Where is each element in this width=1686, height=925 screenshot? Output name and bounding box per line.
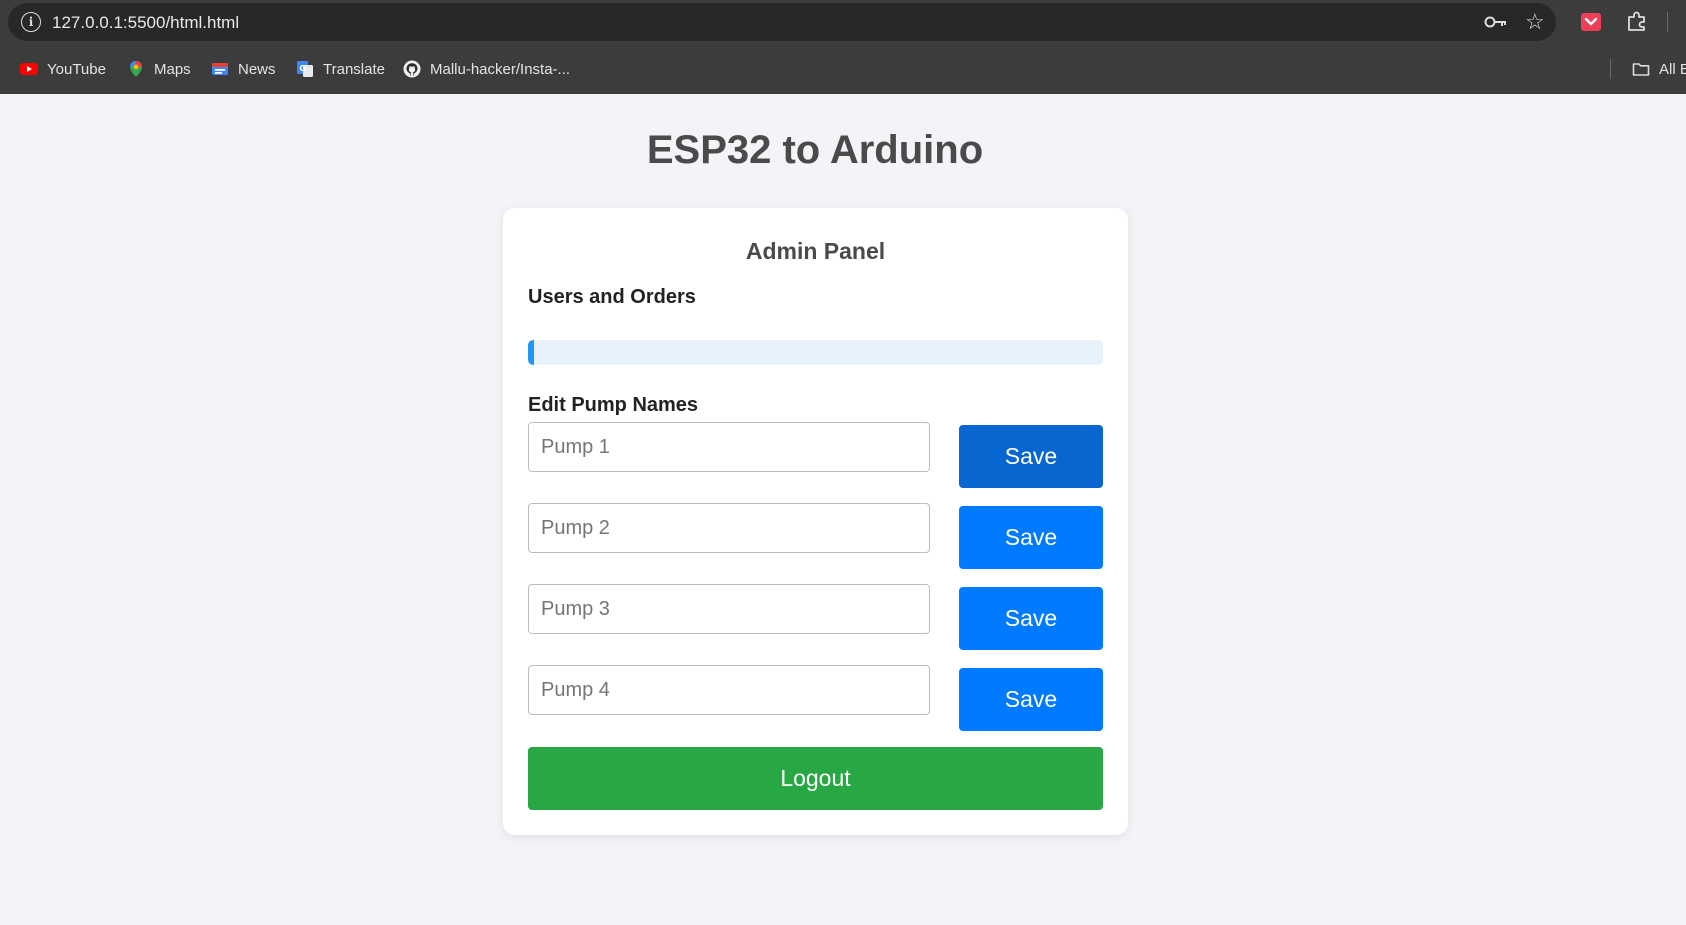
bookmark-star-icon[interactable]: ☆: [1525, 11, 1545, 33]
save-pump-3-button[interactable]: Save: [959, 587, 1103, 650]
pump-1-name-input[interactable]: [528, 422, 930, 472]
address-bar[interactable]: i 127.0.0.1:5500/html.html ☆: [8, 3, 1556, 41]
bookmark-label: Mallu-hacker/Insta-...: [430, 60, 571, 78]
youtube-icon: [20, 63, 38, 75]
folder-icon: [1632, 63, 1650, 76]
bookmark-news[interactable]: News: [211, 57, 276, 81]
progress-fill: [528, 340, 534, 365]
all-bookmarks-button[interactable]: All B: [1632, 57, 1686, 81]
maps-icon: [130, 61, 142, 77]
translate-icon: G: [297, 61, 313, 77]
pocket-extension-icon[interactable]: [1580, 12, 1602, 32]
pump-2-name-input[interactable]: [528, 503, 930, 553]
bookmark-label: Maps: [154, 60, 191, 78]
pump-3-name-input[interactable]: [528, 584, 930, 634]
bookmark-youtube[interactable]: YouTube: [20, 57, 106, 81]
bookmark-label: News: [238, 60, 276, 78]
toolbar-divider: [1667, 12, 1668, 32]
password-key-icon[interactable]: [1484, 14, 1508, 30]
github-icon: [403, 60, 421, 78]
save-pump-1-button[interactable]: Save: [959, 425, 1103, 488]
save-pump-2-button[interactable]: Save: [959, 506, 1103, 569]
save-pump-4-button[interactable]: Save: [959, 668, 1103, 731]
bookmark-label: Translate: [323, 60, 385, 78]
browser-toolbar: i 127.0.0.1:5500/html.html ☆: [0, 0, 1686, 44]
page-title: ESP32 to Arduino: [646, 128, 984, 172]
users-orders-heading: Users and Orders: [528, 286, 696, 308]
logout-button[interactable]: Logout: [528, 747, 1103, 810]
bookmark-label: YouTube: [47, 60, 106, 78]
bookmarks-bar: YouTube Maps News G Translate Mallu-hack…: [0, 44, 1686, 94]
bookmark-github[interactable]: Mallu-hacker/Insta-...: [403, 57, 570, 81]
site-info-icon[interactable]: i: [21, 12, 41, 32]
users-orders-progress-bar: [528, 340, 1103, 365]
address-url[interactable]: 127.0.0.1:5500/html.html: [52, 13, 239, 33]
extensions-puzzle-icon[interactable]: [1626, 10, 1648, 32]
pump-4-name-input[interactable]: [528, 665, 930, 715]
all-bookmarks-label: All B: [1659, 60, 1686, 78]
bookmark-translate[interactable]: G Translate: [296, 57, 385, 81]
bookmark-maps[interactable]: Maps: [127, 57, 191, 81]
news-icon: [212, 63, 228, 75]
admin-panel-title: Admin Panel: [745, 238, 886, 264]
svg-text:G: G: [299, 64, 306, 73]
admin-panel-card: Admin Panel Users and Orders Edit Pump N…: [503, 208, 1128, 835]
edit-pump-names-heading: Edit Pump Names: [528, 394, 699, 416]
bookmarks-divider: [1610, 59, 1611, 79]
